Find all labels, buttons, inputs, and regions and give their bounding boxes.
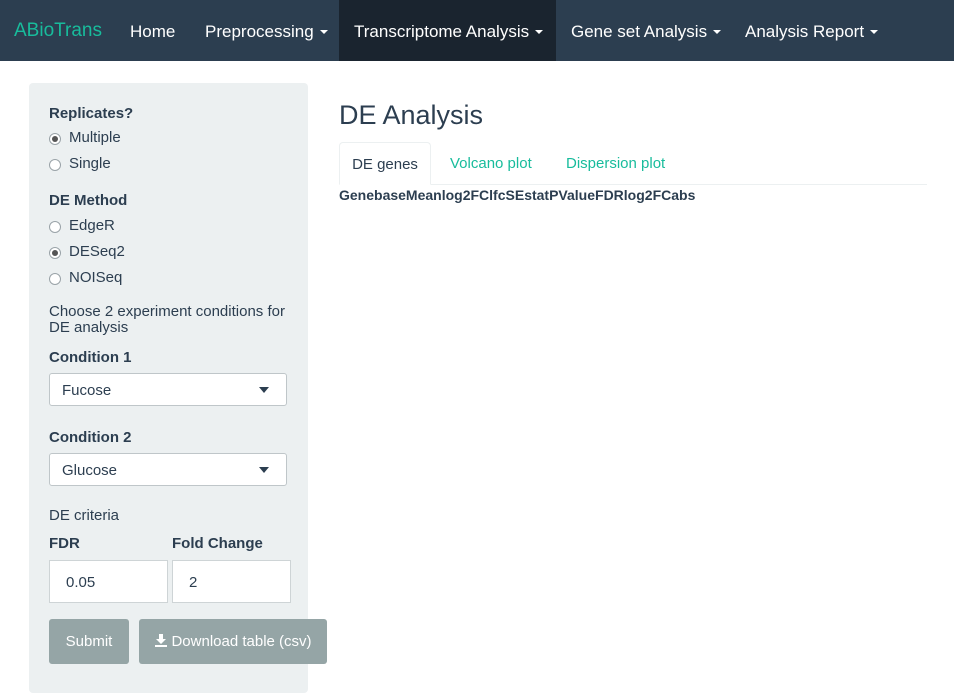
radio-label: DESeq2 (69, 243, 125, 260)
radio-label: NOISeq (69, 269, 123, 286)
replicates-label: Replicates? (49, 105, 134, 122)
download-icon (155, 634, 168, 647)
fold-change-label: Fold Change (172, 535, 263, 552)
condition1-select[interactable]: Fucose (49, 373, 287, 406)
fdr-label: FDR (49, 535, 80, 552)
column-header-log2fc[interactable]: log2FC (442, 187, 489, 203)
page-title: DE Analysis (339, 100, 484, 130)
caret-down-icon (713, 29, 722, 34)
dropdown-arrow-icon (259, 467, 269, 473)
column-header-basemean[interactable]: baseMean (374, 187, 442, 203)
column-header-gene[interactable]: Gene (339, 187, 374, 203)
de-criteria-label: DE criteria (49, 507, 120, 524)
radio-label: Single (69, 155, 111, 172)
radio-button-selected[interactable] (49, 247, 61, 259)
nav-home[interactable]: Home (130, 0, 175, 61)
column-header-lfcse[interactable]: lfcSE (489, 187, 524, 203)
de-table-header: GenebaseMeanlog2FClfcSEstatPValueFDRlog2… (339, 187, 695, 207)
column-header-stat[interactable]: stat (524, 187, 549, 203)
tab-de-genes[interactable]: DE genes (339, 142, 431, 185)
download-table-label: Download table (csv) (171, 633, 312, 650)
radio-button[interactable] (49, 159, 61, 171)
condition1-label: Condition 1 (49, 349, 132, 366)
nav-transcriptome-analysis-label: Transcriptome Analysis (354, 22, 530, 41)
fold-change-value: 2 (189, 574, 198, 591)
sidebar-panel: Replicates? Multiple Single DE Method Ed… (29, 83, 327, 693)
condition2-label: Condition 2 (49, 429, 132, 446)
condition2-select[interactable]: Glucose (49, 453, 287, 486)
condition1-value: Fucose (62, 382, 112, 399)
condition2-value: Glucose (62, 462, 118, 479)
nav-preprocessing-dropdown[interactable]: Preprocessing (205, 0, 328, 61)
brand-logo[interactable]: ABioTrans (14, 0, 102, 61)
nav-gene-set-analysis-dropdown[interactable]: Gene set Analysis (571, 0, 722, 61)
nav-gene-set-analysis-label: Gene set Analysis (571, 22, 708, 41)
column-header-log2fcabs[interactable]: log2FCabs (624, 187, 696, 203)
fdr-value: 0.05 (66, 574, 96, 591)
caret-down-icon (870, 29, 879, 34)
radio-button-selected[interactable] (49, 133, 61, 145)
nav-analysis-report-dropdown[interactable]: Analysis Report (745, 0, 879, 61)
fold-change-input[interactable]: 2 (172, 560, 291, 603)
nav-home-label: Home (130, 22, 176, 41)
column-header-fdr[interactable]: FDR (595, 187, 624, 203)
de-method-label: DE Method (49, 192, 128, 209)
nav-analysis-report-label: Analysis Report (745, 22, 865, 41)
fdr-input[interactable]: 0.05 (49, 560, 168, 603)
radio-label: EdgeR (69, 217, 115, 234)
caret-down-icon (535, 29, 544, 34)
top-navbar: ABioTrans Home Preprocessing Transcripto… (0, 0, 954, 61)
tab-dispersion-plot[interactable]: Dispersion plot (566, 142, 665, 185)
radio-button[interactable] (49, 221, 61, 233)
radio-label: Multiple (69, 129, 121, 146)
tab-volcano-plot[interactable]: Volcano plot (450, 142, 532, 185)
column-header-pvalue[interactable]: PValue (549, 187, 595, 203)
radio-button[interactable] (49, 273, 61, 285)
dropdown-arrow-icon (259, 387, 269, 393)
nav-transcriptome-analysis-dropdown[interactable]: Transcriptome Analysis (339, 0, 556, 61)
submit-button[interactable]: Submit (49, 619, 129, 664)
download-table-button[interactable]: Download table (csv) (139, 619, 327, 664)
conditions-help-text: Choose 2 experiment conditions for DE an… (49, 303, 285, 336)
nav-preprocessing-label: Preprocessing (205, 22, 314, 41)
caret-down-icon (319, 29, 328, 34)
